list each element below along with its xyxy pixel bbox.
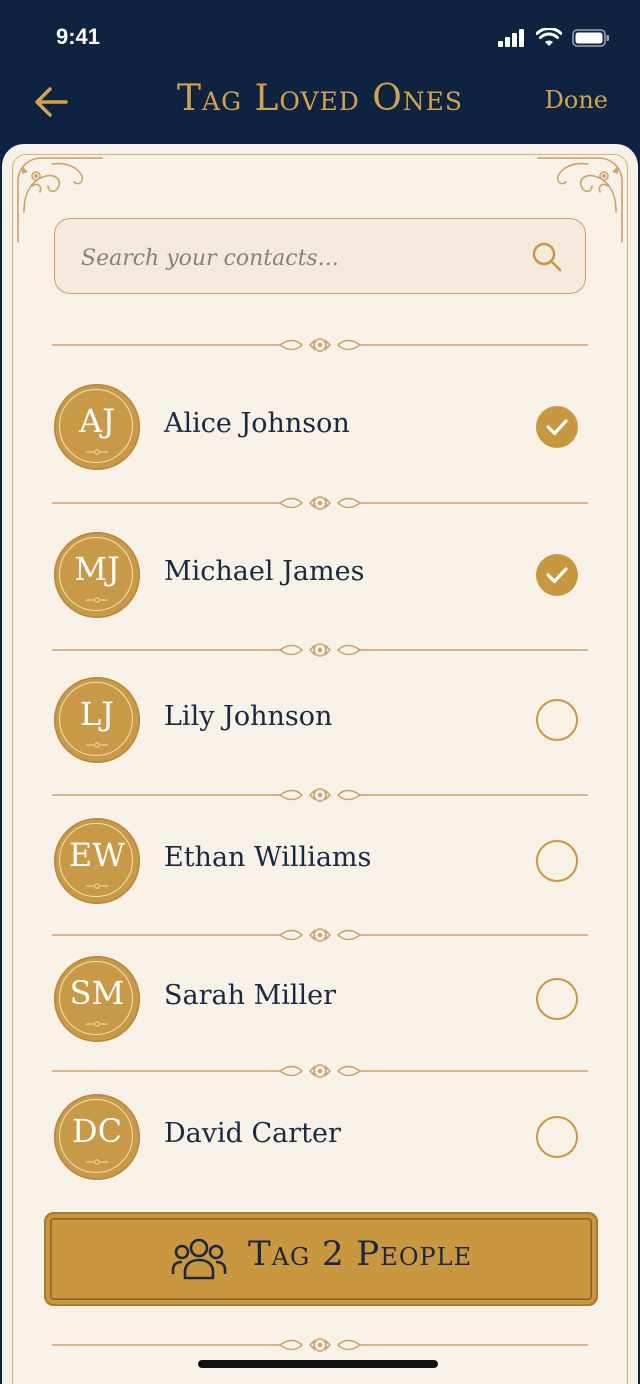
wifi-icon bbox=[536, 28, 562, 46]
ornamental-divider bbox=[52, 924, 588, 946]
checkbox-unchecked[interactable] bbox=[536, 978, 578, 1020]
avatar-initials: EW bbox=[68, 836, 126, 874]
ornamental-divider bbox=[52, 1334, 588, 1356]
done-button[interactable]: Done bbox=[545, 86, 608, 114]
avatar-initials: SM bbox=[69, 974, 125, 1012]
contact-row[interactable]: EW Ethan Williams bbox=[52, 814, 588, 910]
status-icons bbox=[498, 26, 610, 50]
checkbox-checked[interactable] bbox=[536, 554, 578, 596]
contact-row[interactable]: MJ Michael James bbox=[52, 528, 588, 624]
ornamental-divider bbox=[52, 784, 588, 806]
flourish-icon bbox=[86, 883, 108, 889]
contact-name: Ethan Williams bbox=[164, 842, 372, 873]
avatar-initials: MJ bbox=[74, 550, 120, 588]
avatar: LJ bbox=[54, 677, 140, 763]
tag-people-label: Tag 2 People bbox=[248, 1234, 473, 1274]
contact-row[interactable]: DC David Carter bbox=[52, 1090, 588, 1186]
contact-name: Sarah Miller bbox=[164, 980, 337, 1011]
avatar: MJ bbox=[54, 532, 140, 618]
ornamental-divider bbox=[52, 492, 588, 514]
flourish-icon bbox=[86, 1021, 108, 1027]
nav-header: Tag Loved Ones Done bbox=[0, 70, 640, 140]
search-input[interactable] bbox=[79, 237, 503, 279]
people-icon bbox=[171, 1238, 227, 1280]
battery-icon bbox=[572, 29, 609, 47]
avatar: SM bbox=[54, 956, 140, 1042]
home-indicator[interactable] bbox=[198, 1360, 438, 1368]
ornamental-divider bbox=[52, 1060, 588, 1082]
ornamental-divider bbox=[52, 334, 588, 356]
checkbox-unchecked[interactable] bbox=[536, 1116, 578, 1158]
flourish-icon bbox=[86, 449, 108, 455]
flourish-icon bbox=[86, 597, 108, 603]
signal-icon bbox=[498, 29, 524, 47]
avatar-initials: AJ bbox=[79, 402, 115, 440]
checkbox-checked[interactable] bbox=[536, 406, 578, 448]
tag-people-button[interactable]: Tag 2 People bbox=[44, 1212, 598, 1306]
contact-name: Lily Johnson bbox=[164, 701, 333, 732]
avatar-initials: DC bbox=[71, 1112, 123, 1150]
search-icon[interactable] bbox=[529, 239, 565, 275]
checkmark-icon bbox=[546, 567, 568, 584]
contact-row[interactable]: AJ Alice Johnson bbox=[52, 380, 588, 476]
contact-name: David Carter bbox=[164, 1118, 341, 1149]
search-box bbox=[54, 218, 586, 294]
avatar: DC bbox=[54, 1094, 140, 1180]
contact-row[interactable]: LJ Lily Johnson bbox=[52, 673, 588, 769]
avatar: AJ bbox=[54, 384, 140, 470]
avatar: EW bbox=[54, 818, 140, 904]
contacts-card: AJ Alice Johnson MJ Michael James LJ Lily Joh… bbox=[2, 144, 638, 1384]
contact-row[interactable]: SM Sarah Miller bbox=[52, 952, 588, 1048]
avatar-initials: LJ bbox=[79, 695, 115, 733]
flourish-icon bbox=[86, 1159, 108, 1165]
status-bar: 9:41 bbox=[0, 0, 640, 70]
checkbox-unchecked[interactable] bbox=[536, 840, 578, 882]
checkbox-unchecked[interactable] bbox=[536, 699, 578, 741]
checkmark-icon bbox=[546, 419, 568, 436]
contact-name: Michael James bbox=[164, 556, 365, 587]
status-time: 9:41 bbox=[56, 24, 101, 49]
contact-name: Alice Johnson bbox=[164, 408, 350, 439]
ornamental-divider bbox=[52, 639, 588, 661]
flourish-icon bbox=[86, 742, 108, 748]
